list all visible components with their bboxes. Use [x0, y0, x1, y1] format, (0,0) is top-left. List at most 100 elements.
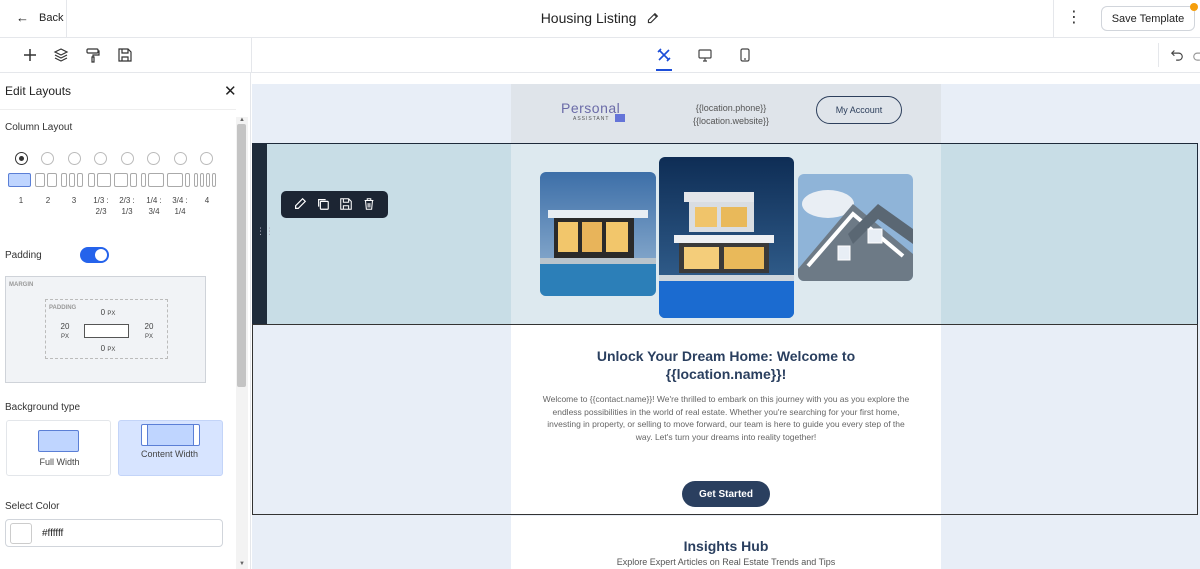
- column-radio-2[interactable]: [41, 152, 54, 165]
- scroll-up-icon[interactable]: ▲: [237, 117, 247, 123]
- drag-handle-icon[interactable]: ⋮⋮: [256, 226, 274, 237]
- padding-box-label: PADDING: [49, 305, 77, 311]
- column-thumb-3[interactable]: [61, 173, 83, 187]
- scroll-down-icon[interactable]: ▼: [237, 561, 247, 567]
- undo-icon[interactable]: [1170, 47, 1186, 63]
- full-width-label: Full Width: [39, 457, 80, 467]
- welcome-section[interactable]: Unlock Your Dream Home: Welcome to {{loc…: [252, 324, 1198, 515]
- divider: [66, 0, 67, 38]
- column-layout-label: Column Layout: [5, 122, 73, 133]
- padding-label: Padding: [5, 250, 42, 261]
- house-image-2[interactable]: [659, 157, 794, 318]
- my-account-button[interactable]: My Account: [816, 96, 902, 124]
- select-color-label: Select Color: [5, 501, 60, 512]
- house-image-1[interactable]: [540, 172, 656, 296]
- duplicate-icon[interactable]: [316, 197, 330, 211]
- active-device-indicator: [656, 69, 672, 71]
- layers-icon[interactable]: [53, 47, 69, 63]
- email-header[interactable]: Personal ASSISTANT {{location.phone}} {{…: [511, 84, 941, 144]
- column-radio-1[interactable]: [15, 152, 28, 165]
- background-type-label: Background type: [5, 402, 81, 413]
- column-radio-2-3-1-3[interactable]: [121, 152, 134, 165]
- trash-icon[interactable]: [362, 197, 376, 211]
- padding-left-value[interactable]: 20 PX: [52, 322, 78, 340]
- house-image-3[interactable]: [798, 174, 913, 281]
- back-label: Back: [39, 11, 64, 24]
- divider: [251, 38, 252, 73]
- top-bar: ← Back Housing Listing ⋮ Save Template: [0, 0, 1200, 38]
- more-options-icon[interactable]: ⋮: [1066, 10, 1082, 26]
- padding-top-value[interactable]: 0 PX: [96, 308, 120, 317]
- divider: [1053, 0, 1054, 38]
- paint-roller-icon[interactable]: [85, 47, 101, 63]
- column-thumb-2-3-1-3[interactable]: [114, 173, 137, 187]
- image-row-section[interactable]: ⋮⋮: [252, 143, 1198, 325]
- padding-right-value[interactable]: 20 PX: [136, 322, 162, 340]
- edit-pencil-icon[interactable]: [293, 197, 307, 211]
- column-label: 1: [18, 196, 24, 205]
- welcome-headline[interactable]: Unlock Your Dream Home: Welcome to {{loc…: [541, 347, 911, 383]
- page-title: Housing Listing: [0, 10, 1200, 28]
- insights-title[interactable]: Insights Hub: [511, 538, 941, 554]
- content-width-option[interactable]: Content Width: [118, 420, 223, 476]
- padding-bottom-value[interactable]: 0 PX: [96, 344, 120, 353]
- column-label: 1/3 : 2/3: [93, 196, 109, 216]
- location-phone: {{location.phone}}: [695, 103, 767, 113]
- column-label: 2: [45, 196, 51, 205]
- color-swatch[interactable]: [10, 523, 32, 544]
- column-radio-1-3-2-3[interactable]: [94, 152, 107, 165]
- divider: [0, 109, 236, 110]
- column-thumb-1[interactable]: [8, 173, 31, 187]
- block-action-toolbar: [281, 191, 388, 218]
- save-block-icon[interactable]: [339, 197, 353, 211]
- column-thumb-3-4-1-4[interactable]: [167, 173, 190, 187]
- logo-badge: [615, 114, 625, 122]
- column-label: 1/4 : 3/4: [146, 196, 162, 216]
- tools-icon[interactable]: [656, 47, 672, 63]
- location-contact: {{location.phone}} {{location.website}}: [686, 102, 776, 128]
- column-thumb-1-4-3-4[interactable]: [141, 173, 164, 187]
- edit-title-pencil-icon[interactable]: [646, 12, 659, 28]
- column-thumb-4[interactable]: [194, 173, 216, 187]
- column-label: 2/3 : 1/3: [119, 196, 135, 216]
- column-thumb-1-3-2-3[interactable]: [88, 173, 111, 187]
- back-button[interactable]: ← Back: [16, 10, 63, 25]
- content-area-box: [84, 324, 129, 338]
- color-input[interactable]: #ffffff: [5, 519, 223, 547]
- save-template-button[interactable]: Save Template: [1101, 6, 1195, 31]
- insights-subtitle[interactable]: Explore Expert Articles on Real Estate T…: [511, 557, 941, 567]
- close-icon[interactable]: ✕: [224, 82, 237, 100]
- location-website: {{location.website}}: [692, 116, 770, 126]
- logo-subtext: ASSISTANT: [573, 116, 610, 122]
- template-name: Housing Listing: [540, 10, 637, 26]
- column-radio-4[interactable]: [200, 152, 213, 165]
- get-started-button[interactable]: Get Started: [682, 481, 770, 507]
- edit-layouts-panel: Edit Layouts ✕ Column Layout 1 2 3 1/3 :…: [0, 73, 251, 569]
- content-width-preview: [141, 424, 200, 446]
- column-label: 3/4 : 1/4: [172, 196, 188, 216]
- panel-scrollbar-thumb[interactable]: [237, 124, 246, 387]
- save-icon[interactable]: [117, 47, 133, 63]
- arrow-left-icon: ←: [16, 10, 29, 25]
- margin-label: MARGIN: [9, 282, 34, 288]
- plus-icon[interactable]: [22, 47, 38, 63]
- divider: [1158, 43, 1159, 67]
- welcome-body[interactable]: Welcome to {{contact.name}}! We're thril…: [539, 393, 913, 443]
- column-thumb-2[interactable]: [35, 173, 57, 187]
- column-radio-3[interactable]: [68, 152, 81, 165]
- column-radio-3-4-1-4[interactable]: [174, 152, 187, 165]
- welcome-content: Unlock Your Dream Home: Welcome to {{loc…: [511, 325, 941, 514]
- notification-dot: [1190, 3, 1198, 11]
- full-width-option[interactable]: Full Width: [6, 420, 111, 476]
- insights-section[interactable]: Insights Hub Explore Expert Articles on …: [511, 516, 941, 569]
- column-label: 4: [204, 196, 210, 205]
- column-label: 3: [71, 196, 77, 205]
- redo-icon[interactable]: [1192, 47, 1200, 63]
- desktop-icon[interactable]: [697, 47, 713, 63]
- color-value: #ffffff: [42, 528, 64, 539]
- column-radio-1-4-3-4[interactable]: [147, 152, 160, 165]
- padding-toggle[interactable]: [80, 247, 109, 263]
- content-width-label: Content Width: [141, 449, 199, 459]
- mobile-icon[interactable]: [737, 47, 753, 63]
- padding-box: PADDING 0 PX 20 PX 20 PX 0 PX: [45, 299, 168, 359]
